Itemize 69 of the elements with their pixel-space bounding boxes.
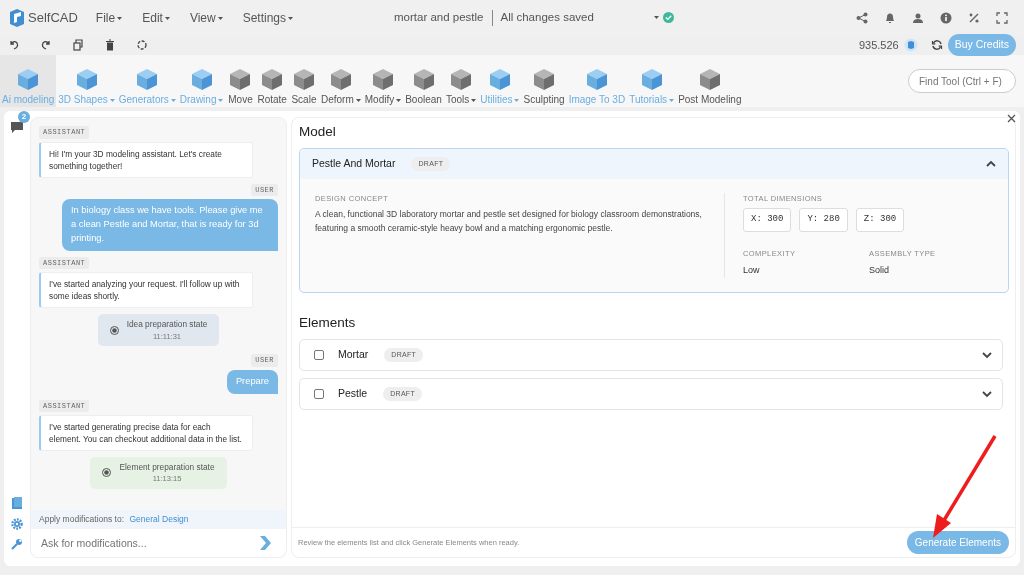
settings-icon[interactable] xyxy=(11,518,23,530)
dimension-chip: Z: 300 xyxy=(855,208,905,232)
section-heading: Elements xyxy=(299,314,357,331)
tool-button[interactable]: Scale xyxy=(288,55,319,107)
element-name: Mortar xyxy=(338,347,369,362)
menu-item[interactable]: File xyxy=(85,8,133,27)
dimension-chip: Y: 280 xyxy=(799,208,848,232)
bell-icon[interactable] xyxy=(884,11,896,24)
tool-button[interactable]: Boolean xyxy=(403,55,444,107)
menu-item[interactable]: Edit xyxy=(132,8,180,27)
fullscreen-icon[interactable] xyxy=(996,11,1008,24)
tool-button[interactable]: Tools xyxy=(443,55,479,107)
logo-text: SelfCAD xyxy=(28,8,78,27)
percent-icon[interactable] xyxy=(968,11,980,24)
copy-icon[interactable] xyxy=(72,39,84,51)
complexity-value: Low xyxy=(743,264,761,278)
notification-badge: 2 xyxy=(18,111,30,123)
tool-button[interactable]: Modify xyxy=(362,55,404,107)
spinner-icon xyxy=(109,325,119,335)
state-title: Idea preparation state xyxy=(126,318,208,331)
logo-icon xyxy=(8,7,26,28)
assembly-value: Solid xyxy=(869,264,890,278)
tool-button[interactable]: Post Modeling xyxy=(676,55,744,107)
state-title: Element preparation state xyxy=(119,461,215,474)
message-bubble: I've started generating precise data for each element. You can checkout additional data in the list. xyxy=(39,415,253,452)
apply-label: Apply modifications to: xyxy=(39,514,125,525)
book-icon[interactable] xyxy=(11,497,23,510)
tool-button[interactable]: Sculpting xyxy=(521,55,567,107)
redo-icon[interactable] xyxy=(40,39,52,51)
refresh-icon[interactable] xyxy=(930,39,943,51)
model-name: Pestle And Mortar xyxy=(312,156,396,172)
tool-button[interactable]: Move xyxy=(225,55,256,107)
coin-icon xyxy=(903,38,918,52)
spinner-icon xyxy=(102,468,112,478)
caret-icon xyxy=(288,16,294,20)
trash-icon[interactable] xyxy=(104,39,116,51)
message-bubble: Prepare xyxy=(226,369,278,394)
user-icon[interactable] xyxy=(912,11,924,24)
message-bubble: In biology class we have tools. Please give me a clean Pestle and Mortar, that is ready for 3d printing. xyxy=(62,199,278,251)
wrench-icon[interactable] xyxy=(11,538,23,550)
tool-button[interactable]: Deform xyxy=(318,55,363,107)
tool-button[interactable]: Rotate xyxy=(255,55,289,107)
message-bubble: Hi! I'm your 3D modeling assistant. Let's create something together! xyxy=(39,141,253,178)
checkbox[interactable] xyxy=(314,349,324,360)
caret-icon[interactable] xyxy=(653,16,659,19)
info-icon[interactable] xyxy=(940,11,952,24)
share-icon[interactable] xyxy=(856,11,868,24)
chat-icon[interactable] xyxy=(10,119,24,134)
chevron-icon[interactable] xyxy=(982,389,992,398)
chevron-icon[interactable] xyxy=(982,350,992,359)
concept-text: A clean, functional 3D laboratory mortar and pestle set designed for biology classroom demonstrations, featuring a smooth ceramic-style heavy bowl and a matching ergonomic pestle. xyxy=(315,208,703,235)
chevron-icon[interactable] xyxy=(986,160,996,169)
section-heading: Model xyxy=(299,124,337,141)
find-tool-field[interactable]: Find Tool (Ctrl + F) xyxy=(908,69,1016,93)
refresh-icon[interactable] xyxy=(136,39,148,51)
menu-item[interactable]: View xyxy=(179,8,233,27)
dimension-chip: X: 300 xyxy=(743,208,792,232)
menu-item[interactable]: Settings xyxy=(232,8,304,27)
close-icon[interactable] xyxy=(1007,114,1016,123)
document-title[interactable]: mortar and pestle xyxy=(394,8,484,27)
save-status: All changes saved xyxy=(500,9,594,25)
checkbox[interactable] xyxy=(314,388,324,399)
element-name: Pestle xyxy=(338,386,368,401)
undo-icon[interactable] xyxy=(8,39,20,51)
caret-icon xyxy=(217,16,223,20)
credits-amount: 935.526 xyxy=(858,37,899,53)
caret-icon xyxy=(164,16,170,20)
caret-icon xyxy=(117,16,123,20)
message-bubble: I've started analyzing your request. I'll follow up with some ideas shortly. xyxy=(39,272,253,309)
